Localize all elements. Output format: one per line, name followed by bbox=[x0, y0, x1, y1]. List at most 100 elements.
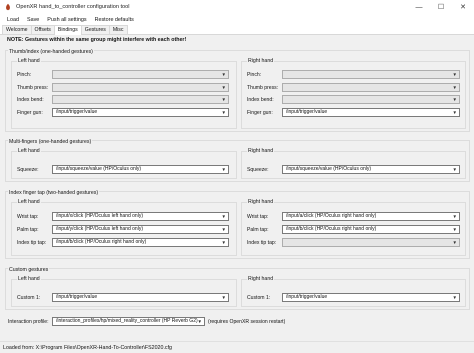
group-title: Left hand bbox=[17, 58, 41, 64]
chevron-down-icon: ▼ bbox=[221, 240, 226, 245]
chevron-down-icon: ▼ bbox=[221, 97, 226, 102]
right-hand-group: Right hand Custom 1: /input/trigger/value… bbox=[241, 276, 466, 307]
left-pinch-select[interactable]: ▼ bbox=[52, 70, 229, 79]
tab-bindings[interactable]: Bindings bbox=[53, 25, 82, 35]
tab-welcome[interactable]: Welcome bbox=[2, 25, 32, 34]
wrist-tap-label: Wrist tap: bbox=[17, 213, 39, 220]
left-hand-group: Left hand Squeeze: /input/squeeze/value (… bbox=[11, 148, 237, 179]
chevron-down-icon: ▼ bbox=[452, 110, 457, 115]
chevron-down-icon: ▼ bbox=[452, 97, 457, 102]
left-hand-group: Left hand Wrist tap: /input/x/click (HP/O… bbox=[11, 199, 237, 256]
left-index-bend-select[interactable]: ▼ bbox=[52, 95, 229, 104]
chevron-down-icon: ▼ bbox=[452, 227, 457, 232]
right-index-bend-select[interactable]: ▼ bbox=[282, 95, 460, 104]
interaction-profile-row: Interaction profile: /interaction_profil… bbox=[8, 317, 285, 326]
finger-gun-label: Finger gun: bbox=[247, 109, 273, 116]
custom-gestures-group: Custom gestures Left hand Custom 1: /inpu… bbox=[5, 267, 470, 310]
finger-gun-label: Finger gun: bbox=[17, 109, 43, 116]
left-thumb-press-select[interactable]: ▼ bbox=[52, 83, 229, 92]
bindings-panel: NOTE: Gestures within the same group mig… bbox=[0, 35, 474, 341]
group-title: Index finger tap (two-handed gestures) bbox=[8, 190, 100, 196]
chevron-down-icon: ▼ bbox=[221, 295, 226, 300]
menu-bar: Load Save Push all settings Restore defa… bbox=[0, 14, 474, 25]
right-thumb-press-select[interactable]: ▼ bbox=[282, 83, 460, 92]
minimize-button[interactable]: — bbox=[408, 0, 430, 14]
tab-bar: Welcome Offsets Bindings Gestures Misc bbox=[0, 25, 474, 35]
window-title: OpenXR hand_to_controller configuration … bbox=[16, 4, 130, 10]
custom-1-label: Custom 1: bbox=[247, 294, 271, 301]
chevron-down-icon: ▼ bbox=[221, 85, 226, 90]
group-title: Right hand bbox=[247, 148, 275, 154]
left-hand-group: Left hand Pinch: ▼ Thumb press: ▼ Index be… bbox=[11, 58, 237, 129]
status-bar: Loaded from: X:\Program Files\OpenXR-Han… bbox=[0, 341, 474, 353]
palm-tap-label: Palm tap: bbox=[247, 226, 269, 233]
pinch-label: Pinch: bbox=[17, 71, 32, 78]
interaction-profile-hint: (requires OpenXR session restart) bbox=[208, 318, 286, 325]
left-finger-gun-select[interactable]: /input/trigger/value ▼ bbox=[52, 108, 229, 117]
status-text: Loaded from: X:\Program Files\OpenXR-Han… bbox=[3, 344, 172, 351]
squeeze-label: Squeeze: bbox=[247, 166, 269, 173]
chevron-down-icon: ▼ bbox=[221, 167, 226, 172]
chevron-down-icon: ▼ bbox=[221, 72, 226, 77]
multi-fingers-group: Multi-fingers (one-handed gestures) Left… bbox=[5, 139, 470, 182]
tab-misc[interactable]: Misc bbox=[108, 25, 128, 34]
chevron-down-icon: ▼ bbox=[452, 72, 457, 77]
title-bar: OpenXR hand_to_controller configuration … bbox=[0, 0, 474, 14]
menu-load[interactable]: Load bbox=[3, 17, 23, 23]
maximize-button[interactable]: ☐ bbox=[430, 0, 452, 14]
index-tap-group: Index finger tap (two-handed gestures) L… bbox=[5, 190, 470, 259]
menu-push-all-settings[interactable]: Push all settings bbox=[43, 17, 90, 23]
menu-save[interactable]: Save bbox=[23, 17, 43, 23]
pinch-label: Pinch: bbox=[247, 71, 262, 78]
chevron-down-icon: ▼ bbox=[452, 295, 457, 300]
thumb-press-label: Thumb press: bbox=[247, 84, 279, 91]
group-title: Right hand bbox=[247, 58, 275, 64]
chevron-down-icon: ▼ bbox=[221, 227, 226, 232]
index-bend-label: Index bend: bbox=[247, 96, 274, 103]
thumb-press-label: Thumb press: bbox=[17, 84, 49, 91]
right-custom-1-select[interactable]: /input/trigger/value ▼ bbox=[282, 293, 460, 302]
chevron-down-icon: ▼ bbox=[221, 214, 226, 219]
tab-gestures[interactable]: Gestures bbox=[80, 25, 110, 34]
left-squeeze-select[interactable]: /input/squeeze/value (HP/Oculus only) ▼ bbox=[52, 165, 229, 174]
chevron-down-icon: ▼ bbox=[221, 110, 226, 115]
right-hand-group: Right hand Wrist tap: /input/a/click (HP/… bbox=[241, 199, 466, 256]
right-pinch-select[interactable]: ▼ bbox=[282, 70, 460, 79]
close-button[interactable]: ✕ bbox=[452, 0, 474, 14]
chevron-down-icon: ▼ bbox=[197, 319, 202, 324]
interaction-profile-select[interactable]: /interaction_profiles/hp/mixed_reality_c… bbox=[52, 317, 205, 326]
right-hand-group: Right hand Pinch: ▼ Thumb press: ▼ Index b… bbox=[241, 58, 466, 129]
chevron-down-icon: ▼ bbox=[452, 85, 457, 90]
group-title: Left hand bbox=[17, 199, 41, 205]
right-squeeze-select[interactable]: /input/squeeze/value (HP/Oculus only) ▼ bbox=[282, 165, 460, 174]
tab-offsets[interactable]: Offsets bbox=[30, 25, 55, 34]
interaction-profile-label: Interaction profile: bbox=[8, 318, 49, 325]
left-custom-1-select[interactable]: /input/trigger/value ▼ bbox=[52, 293, 229, 302]
group-title: Right hand bbox=[247, 276, 275, 282]
left-hand-group: Left hand Custom 1: /input/trigger/value ▼ bbox=[11, 276, 237, 307]
left-palm-tap-select[interactable]: /input/y/click (HP/Oculus left hand only… bbox=[52, 225, 229, 234]
group-title: Multi-fingers (one-handed gestures) bbox=[8, 139, 93, 145]
custom-1-label: Custom 1: bbox=[17, 294, 41, 301]
chevron-down-icon: ▼ bbox=[452, 214, 457, 219]
right-index-tip-tap-select[interactable]: ▼ bbox=[282, 238, 460, 247]
right-palm-tap-select[interactable]: /input/b/click (HP/Oculus right hand onl… bbox=[282, 225, 460, 234]
chevron-down-icon: ▼ bbox=[452, 167, 457, 172]
wrist-tap-label: Wrist tap: bbox=[247, 213, 269, 220]
left-wrist-tap-select[interactable]: /input/x/click (HP/Oculus left hand only… bbox=[52, 212, 229, 221]
menu-restore-defaults[interactable]: Restore defaults bbox=[91, 17, 138, 23]
group-title: Custom gestures bbox=[8, 267, 50, 273]
warning-note: NOTE: Gestures within the same group mig… bbox=[7, 37, 187, 43]
right-finger-gun-select[interactable]: /input/trigger/value ▼ bbox=[282, 108, 460, 117]
index-tip-tap-label: Index tip tap: bbox=[247, 239, 277, 246]
left-index-tip-tap-select[interactable]: /input/b/click (HP/Oculus right hand onl… bbox=[52, 238, 229, 247]
group-title: Left hand bbox=[17, 276, 41, 282]
thumb-index-group: Thumb/index (one-handed gestures) Left h… bbox=[5, 49, 470, 132]
squeeze-label: Squeeze: bbox=[17, 166, 39, 173]
index-bend-label: Index bend: bbox=[17, 96, 44, 103]
right-wrist-tap-select[interactable]: /input/a/click (HP/Oculus right hand onl… bbox=[282, 212, 460, 221]
group-title: Left hand bbox=[17, 148, 41, 154]
chevron-down-icon: ▼ bbox=[452, 240, 457, 245]
group-title: Thumb/index (one-handed gestures) bbox=[8, 49, 94, 55]
group-title: Right hand bbox=[247, 199, 275, 205]
